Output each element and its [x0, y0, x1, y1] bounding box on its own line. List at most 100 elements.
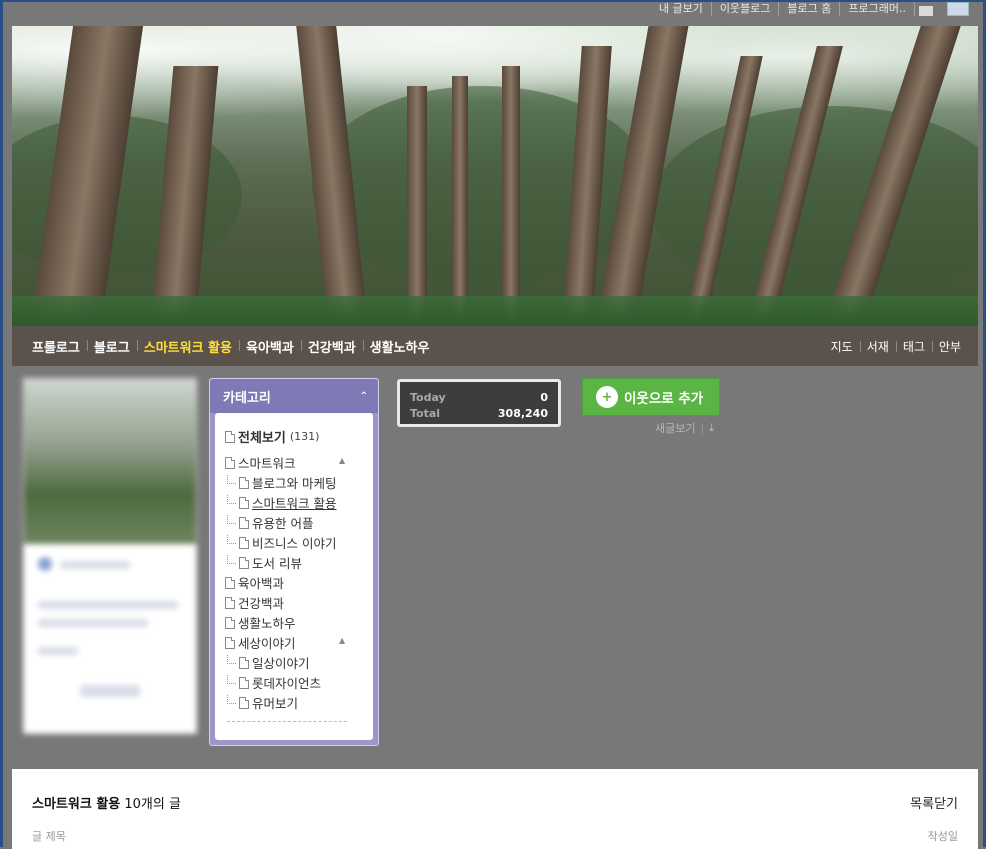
- today-label: Today: [410, 391, 446, 404]
- menu-item-1[interactable]: 블로그: [86, 337, 137, 356]
- new-posts-label: 새글보기: [655, 422, 696, 435]
- post-list-title: 스마트워크 활용 10개의 글: [32, 793, 181, 812]
- category-item-label: 도서 리뷰: [252, 556, 302, 571]
- tree-line: [227, 515, 236, 524]
- category-divider: [227, 721, 347, 722]
- profile-line: [38, 601, 178, 609]
- category-item[interactable]: 비즈니스 이야기: [225, 533, 336, 552]
- column-title-header: 글 제목: [32, 830, 66, 843]
- category-header[interactable]: 카테고리 ⌃: [210, 379, 378, 413]
- new-posts-link[interactable]: 새글보기 | ⤓: [655, 420, 714, 436]
- total-value: 308,240: [497, 407, 548, 420]
- category-item-label: 생활노하우: [238, 616, 296, 631]
- menu-item-4[interactable]: 건강백과: [300, 337, 363, 356]
- category-item[interactable]: 생활노하우: [225, 613, 296, 632]
- menu-item-5[interactable]: 생활노하우: [362, 337, 437, 356]
- add-neighbor-button[interactable]: + 이웃으로 추가: [582, 378, 720, 416]
- category-all[interactable]: 전체보기 (131): [225, 427, 319, 446]
- document-icon: [225, 430, 235, 443]
- category-item[interactable]: 유용한 어플: [225, 513, 313, 532]
- category-item[interactable]: 롯데자이언츠: [225, 673, 321, 692]
- document-icon: [225, 596, 235, 609]
- document-icon: [225, 636, 235, 649]
- category-item[interactable]: 육아백과: [225, 573, 284, 592]
- category-item-label: 비즈니스 이야기: [252, 536, 337, 551]
- tree-trunk: [502, 66, 520, 326]
- category-title: 카테고리: [223, 390, 271, 406]
- add-neighbor-label: 이웃으로 추가: [624, 391, 704, 407]
- neighbor-blog-link[interactable]: 이웃블로그: [712, 2, 780, 16]
- document-icon: [239, 696, 249, 709]
- blog-home-link[interactable]: 블로그 홈: [779, 2, 841, 16]
- tree-line: [227, 655, 236, 664]
- profile-photo: [24, 379, 196, 544]
- tree-line: [227, 675, 236, 684]
- my-posts-link[interactable]: 내 글보기: [651, 2, 712, 16]
- download-icon[interactable]: ⤓: [709, 421, 714, 435]
- menu-right-item-1[interactable]: 서재: [859, 338, 896, 355]
- category-item[interactable]: 블로그와 마케팅: [225, 473, 336, 492]
- category-list: 전체보기 (131) 스마트워크 ▲ 블로그와 마케팅스마트워크 활용유용한 어플비…: [215, 413, 373, 740]
- category-item-label: 유용한 어플: [252, 516, 314, 531]
- post-list-panel: 스마트워크 활용 10개의 글 목록닫기 글 제목 작성일: [12, 769, 978, 849]
- category-box: 카테고리 ⌃ 전체보기 (131) 스마트워크 ▲ 블로그와 마케팅스마트워크 활용…: [209, 378, 379, 746]
- close-list-button[interactable]: 목록닫기: [910, 793, 958, 812]
- category-item[interactable]: 스마트워크: [225, 453, 296, 472]
- today-row: Today 0: [410, 391, 548, 404]
- category-all-count: (131): [289, 430, 320, 443]
- category-item-label: 육아백과: [238, 576, 285, 591]
- document-icon: [239, 536, 249, 549]
- category-item-label: 스마트워크: [238, 456, 296, 471]
- profile-button: [80, 685, 140, 697]
- menu-item-0[interactable]: 프롤로그: [32, 337, 87, 356]
- total-row: Total 308,240: [410, 407, 548, 420]
- menu-right-item-2[interactable]: 태그: [895, 338, 932, 355]
- menu-right-group: 지도 서재 태그 안부: [824, 338, 978, 355]
- tree-line: [227, 495, 236, 504]
- collapse-caret-icon[interactable]: ⌃: [360, 391, 368, 402]
- document-icon: [239, 556, 249, 569]
- menu-right-item-0[interactable]: 지도: [824, 338, 860, 355]
- tree-line: [227, 555, 236, 564]
- menu-item-3[interactable]: 육아백과: [238, 337, 301, 356]
- column-date-header: 작성일: [927, 830, 958, 843]
- post-list-category: 스마트워크 활용: [32, 797, 121, 812]
- category-item[interactable]: 건강백과: [225, 593, 284, 612]
- category-item-label: 세상이야기: [238, 636, 296, 651]
- category-item[interactable]: 스마트워크 활용: [225, 493, 336, 512]
- category-item-label: 스마트워크 활용: [252, 496, 337, 511]
- category-item[interactable]: 유머보기: [225, 693, 298, 712]
- collapse-toggle-icon[interactable]: ▲: [339, 636, 345, 645]
- document-icon: [225, 576, 235, 589]
- tree-line: [227, 695, 236, 704]
- separator: |: [700, 421, 705, 435]
- profile-badge: [38, 557, 52, 571]
- visitor-counter: Today 0 Total 308,240: [397, 379, 561, 427]
- grid-menu-icon[interactable]: [947, 2, 969, 16]
- tree-line: [227, 535, 236, 544]
- menu-item-2[interactable]: 스마트워크 활용: [136, 337, 239, 356]
- collapse-toggle-icon[interactable]: ▲: [339, 456, 345, 465]
- menu-right-item-3[interactable]: 안부: [931, 338, 968, 355]
- ground: [12, 296, 978, 326]
- profile-line: [38, 647, 78, 655]
- blog-header-image: 세상: [12, 26, 978, 326]
- profile-link[interactable]: 프로그래머..: [840, 2, 915, 16]
- category-item[interactable]: 도서 리뷰: [225, 553, 302, 572]
- document-icon: [239, 676, 249, 689]
- document-icon: [239, 476, 249, 489]
- category-item-label: 유머보기: [252, 696, 299, 711]
- document-icon: [239, 496, 249, 509]
- total-label: Total: [410, 407, 441, 420]
- category-item-label: 블로그와 마케팅: [252, 476, 337, 491]
- dropdown-icon[interactable]: [919, 6, 933, 16]
- post-list-count: 10개의 글: [124, 797, 181, 812]
- category-item-label: 롯데자이언츠: [252, 676, 322, 691]
- tree-line: [227, 475, 236, 484]
- top-utility-bar: 내 글보기 이웃블로그 블로그 홈 프로그래머..: [651, 2, 969, 16]
- category-item[interactable]: 일상이야기: [225, 653, 310, 672]
- tree-trunk: [452, 76, 468, 326]
- tree-trunk: [407, 86, 427, 326]
- category-item[interactable]: 세상이야기: [225, 633, 296, 652]
- blog-title[interactable]: 세상: [34, 48, 62, 69]
